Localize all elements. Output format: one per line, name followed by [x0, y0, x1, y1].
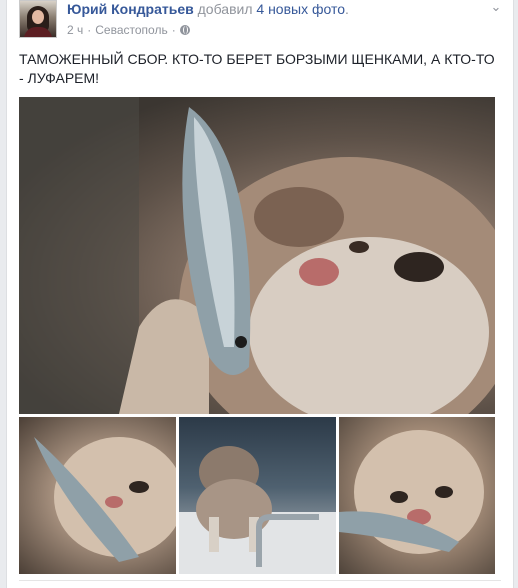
- photo-thumbnail-2[interactable]: [179, 417, 336, 574]
- photos-link[interactable]: 4 новых фото: [256, 1, 345, 17]
- cat-with-fish-photo: [339, 430, 484, 554]
- photo-thumbnail-3[interactable]: [339, 417, 495, 574]
- main-photo[interactable]: [19, 97, 495, 414]
- post-meta: 2 ч · Севастополь ·: [67, 23, 190, 37]
- cat-with-fish-photo: [19, 97, 495, 414]
- action-prefix: добавил: [197, 1, 253, 17]
- author-name-link[interactable]: Юрий Кондратьев: [67, 1, 194, 17]
- meta-dot: ·: [171, 23, 176, 37]
- chevron-down-icon[interactable]: ⌄: [489, 0, 503, 13]
- cat-with-fish-photo: [34, 437, 176, 562]
- location-link[interactable]: Севастополь: [95, 23, 167, 37]
- post-card: Юрий Кондратьев добавил 4 новых фото. ⌄ …: [6, 0, 514, 588]
- author-avatar[interactable]: [19, 0, 57, 38]
- post-footer-divider: [19, 580, 501, 581]
- post-time-link[interactable]: 2 ч: [67, 23, 83, 37]
- post-text: ТАМОЖЕННЫЙ СБОР. КТО-ТО БЕРЕТ БОРЗЫМИ ЩЕ…: [19, 51, 495, 86]
- cat-on-boat-photo: [179, 446, 336, 574]
- action-suffix: .: [345, 1, 349, 17]
- globe-icon[interactable]: [179, 25, 190, 35]
- meta-separator: ·: [87, 23, 92, 37]
- photo-thumbnail-1[interactable]: [19, 417, 176, 574]
- post-header: Юрий Кондратьев добавил 4 новых фото.: [67, 1, 349, 17]
